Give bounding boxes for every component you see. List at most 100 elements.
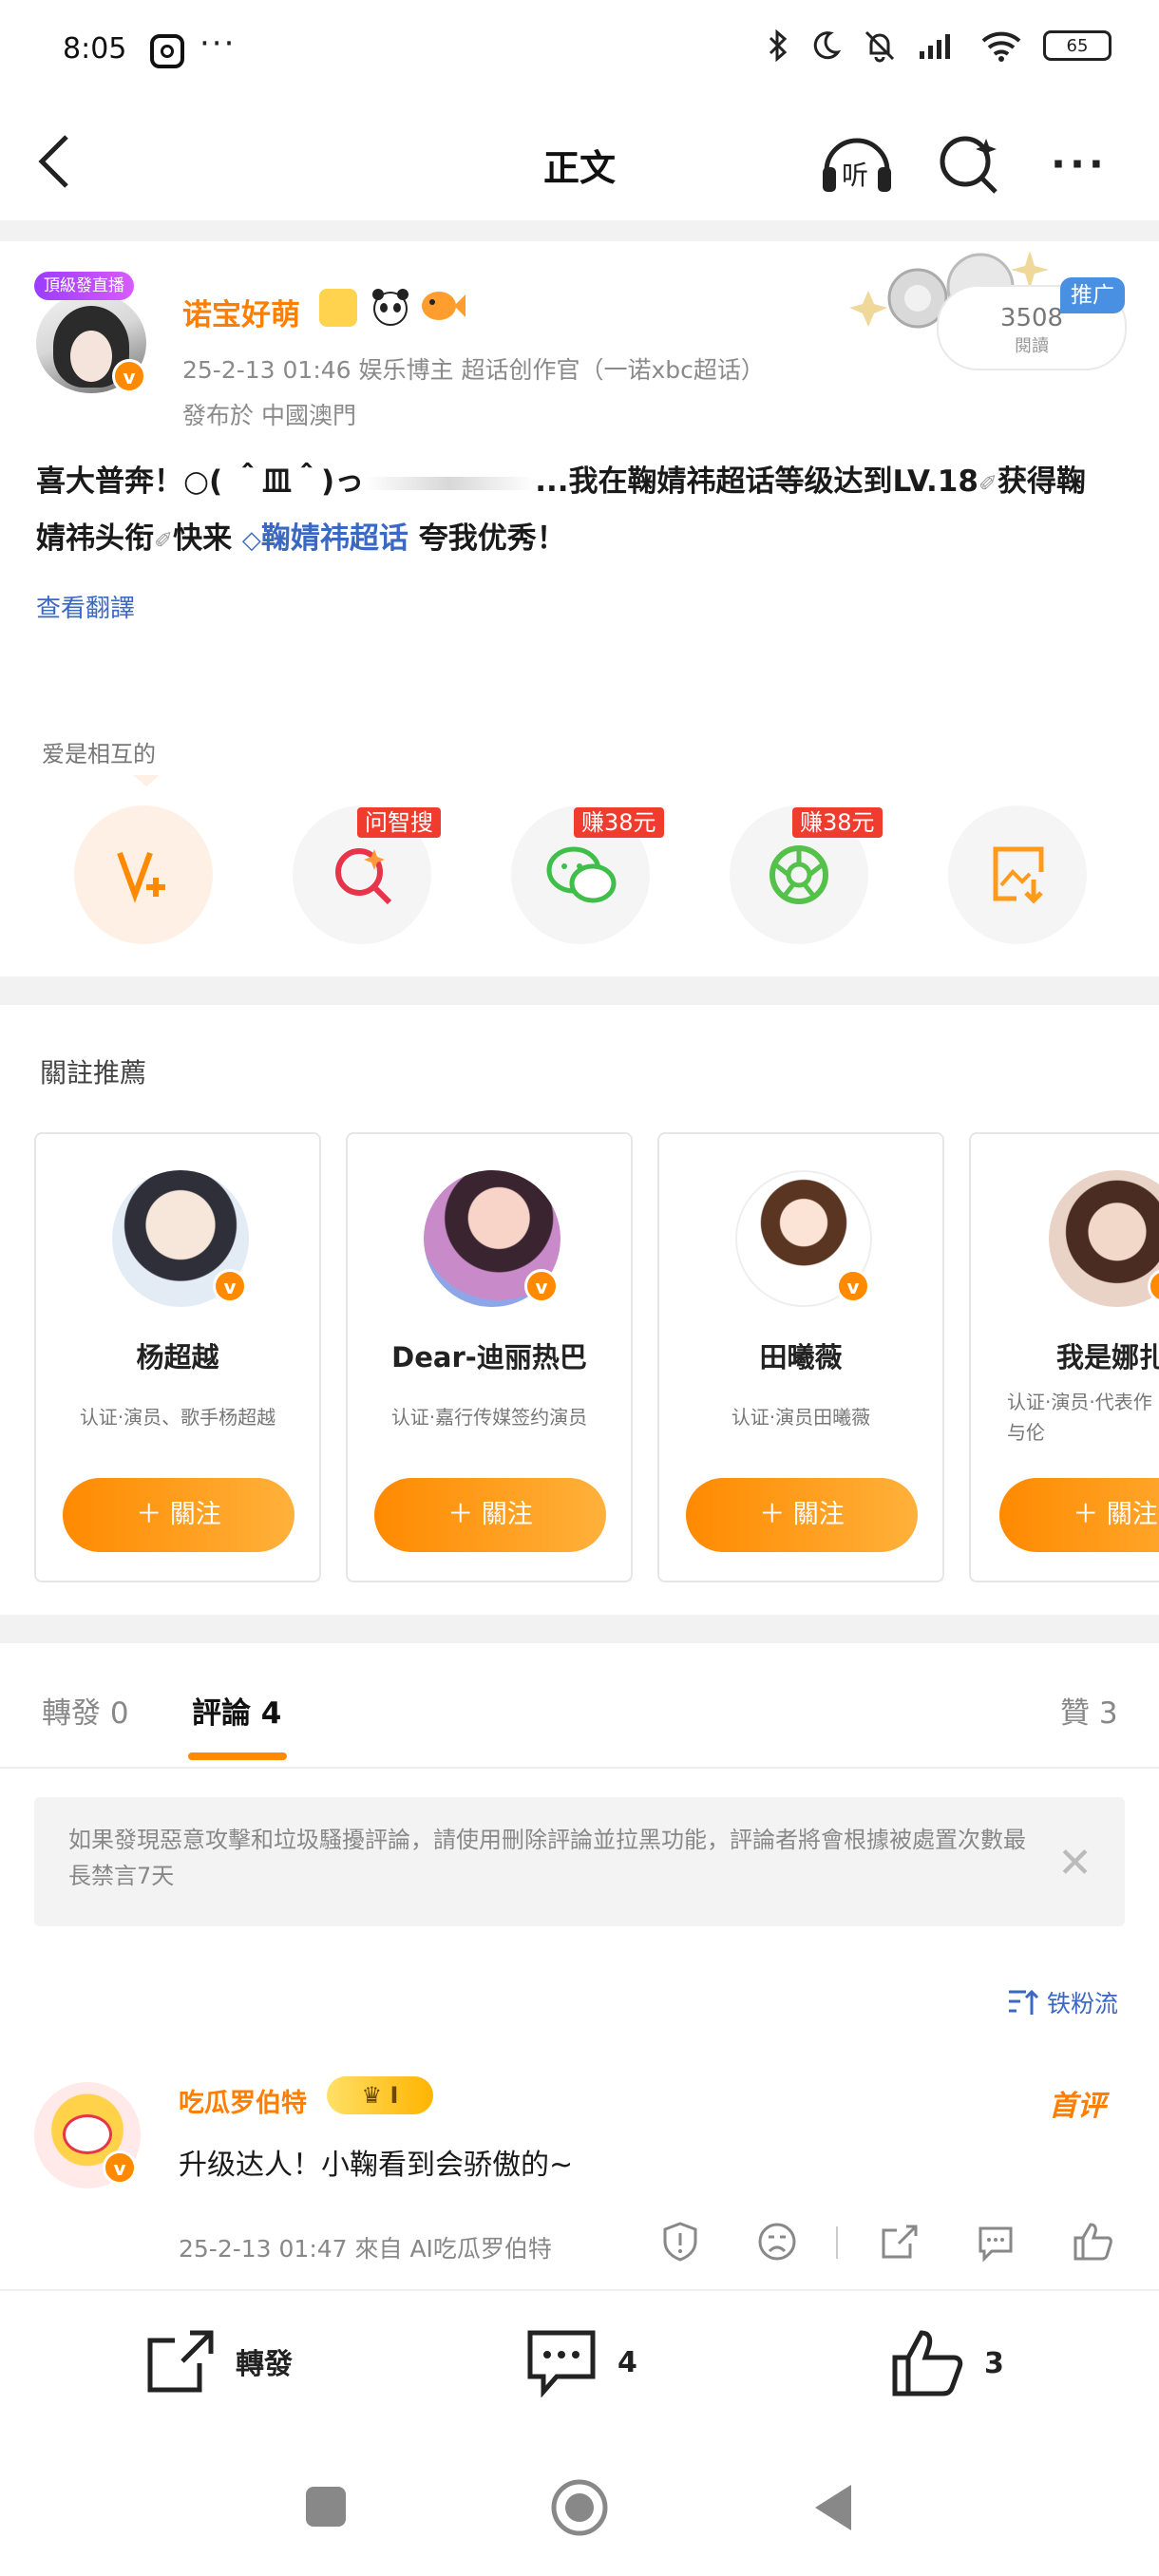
recommend-desc: 认证·嘉行传媒签约演员 [390, 1406, 588, 1429]
author-name[interactable]: 诺宝好萌 [182, 291, 300, 333]
more-options-icon[interactable]: ··· [1051, 141, 1108, 187]
content-part: 夸我优秀！ [418, 521, 566, 556]
translate-link[interactable]: 查看翻譯 [36, 589, 135, 624]
wechat-badge: 赚38元 [574, 807, 664, 838]
fan-rank: I [390, 2082, 399, 2109]
battery-icon: 65 [1043, 30, 1112, 61]
fan-rank-badge: ♛ I [327, 2076, 433, 2114]
divider [0, 1767, 1159, 1769]
panda-icon [372, 289, 408, 326]
tab-likes[interactable]: 贊 3 [1060, 1689, 1118, 1732]
recommend-card[interactable]: v 田曦薇 认证·演员田曦薇 ＋ 關注 [657, 1132, 944, 1582]
recommend-name: 田曦薇 [759, 1341, 843, 1373]
follow-button[interactable]: ＋ 關注 [374, 1478, 606, 1552]
recommend-desc: 认证·演员·代表作《茗茶骨》《无与伦 [1007, 1391, 1159, 1444]
status-time: 8:05 [63, 32, 127, 66]
interaction-label: 爱是相互的 [42, 741, 156, 767]
active-tab-indicator [188, 1752, 287, 1760]
repost-label: 轉發 [236, 2348, 293, 2381]
blurred-text [364, 476, 536, 490]
moon-icon [813, 31, 842, 60]
like-button[interactable]: 3 [889, 2327, 1004, 2399]
comment-text: 升级达人！小鞠看到会骄傲的~ [179, 2149, 574, 2182]
report-icon[interactable] [659, 2221, 701, 2263]
super-fan-button[interactable] [74, 805, 213, 944]
thumbs-up-icon [892, 2330, 963, 2396]
super-fan-icon [117, 851, 165, 903]
post-content: 喜大普奔！○( ＾皿＾)っ ...我在鞠婧祎超话等级达到LV.18✐获得鞠 婧祎头… [36, 454, 1129, 568]
recommend-desc: 认证·演员、歌手杨超越 [79, 1406, 276, 1429]
link-icon: ✐ [978, 470, 998, 497]
post-meta: 25-2-13 01:46 娱乐博主 超话创作官（一诺xbc超话） [182, 356, 765, 384]
instagram-icon [150, 34, 184, 68]
comment-count: 4 [618, 2345, 637, 2379]
follow-button[interactable]: ＋ 關注 [999, 1478, 1159, 1552]
dislike-face-icon[interactable] [756, 2221, 798, 2263]
follow-button[interactable]: ＋ 關注 [686, 1478, 918, 1552]
comment-author[interactable]: 吃瓜罗伯特 [179, 2082, 307, 2119]
recommend-desc: 认证·演员田曦薇 [731, 1406, 871, 1429]
save-image-icon [993, 846, 1044, 904]
back-nav-button[interactable] [809, 2481, 855, 2534]
crown-level-icon [319, 289, 357, 327]
recommend-name: 我是娜扎 [1056, 1341, 1159, 1373]
verified-badge: v [103, 2150, 137, 2185]
signal-icon [920, 34, 950, 59]
recommend-name: Dear-迪丽热巴 [391, 1341, 587, 1373]
comment-button[interactable]: 4 [524, 2327, 637, 2397]
wechat-icon [546, 846, 617, 903]
tab-reposts[interactable]: 轉發 0 [42, 1689, 129, 1732]
close-icon[interactable]: ✕ [1057, 1839, 1092, 1887]
like-icon[interactable] [1072, 2221, 1113, 2263]
follow-label: 關注 [792, 1500, 845, 1529]
follow-button[interactable]: ＋ 關注 [63, 1478, 294, 1552]
diamond-icon: ◇ [241, 526, 261, 555]
share-icon[interactable] [878, 2221, 920, 2263]
recent-apps-button[interactable] [306, 2487, 346, 2527]
moments-icon [770, 845, 828, 904]
battery-level: 65 [1066, 35, 1089, 56]
comment-icon [527, 2330, 596, 2397]
link-icon: ✐ [154, 527, 174, 554]
more-notifications-icon: ··· [200, 25, 237, 63]
first-comment-tag: 首评 [1049, 2090, 1106, 2123]
divider [836, 2226, 838, 2259]
save-image-button[interactable] [948, 805, 1087, 944]
recommend-card[interactable]: v 我是娜扎 认证·演员·代表作《茗茶骨》《无与伦 ＋ 關注 [969, 1132, 1159, 1582]
sort-toggle[interactable]: 铁粉流 [1007, 1985, 1118, 2019]
moments-badge: 赚38元 [792, 807, 883, 838]
live-badge: 頂級發直播 [34, 272, 134, 300]
verified-badge: v [112, 359, 146, 393]
comment-notice: 如果發現惡意攻擊和垃圾騷擾評論，請使用刪除評論並拉黑功能，評論者將會根據被處置次… [34, 1797, 1125, 1926]
post-location: 發布於 中國澳門 [182, 402, 356, 429]
sort-icon [1009, 1989, 1039, 2015]
divider [0, 976, 1159, 1005]
repost-button[interactable]: 轉發 [144, 2327, 293, 2396]
divider [0, 220, 1159, 241]
content-part: 快来 [173, 521, 233, 556]
tab-comments[interactable]: 評論 4 [192, 1689, 281, 1732]
bluetooth-icon [769, 29, 788, 62]
notice-text: 如果發現惡意攻擊和垃圾騷擾評論，請使用刪除評論並拉黑功能，評論者將會根據被處置次… [68, 1827, 1026, 1889]
search-icon [335, 848, 392, 905]
like-count: 3 [984, 2346, 1004, 2380]
recommend-title: 關註推薦 [40, 1057, 147, 1089]
recommend-avatar[interactable] [1049, 1170, 1159, 1307]
verified-badge: v [213, 1269, 247, 1303]
sort-label: 铁粉流 [1047, 1990, 1119, 2017]
listen-headphones-icon[interactable]: 听 [817, 129, 897, 198]
recommend-card[interactable]: v 杨超越 认证·演员、歌手杨超越 ＋ 關注 [34, 1132, 321, 1582]
content-part: ...我在鞠婧祎超话等级达到LV.18 [535, 464, 978, 499]
zhisou-badge: 问智搜 [357, 807, 441, 838]
home-button[interactable] [549, 2477, 610, 2538]
ai-search-icon[interactable] [937, 131, 1003, 198]
topic-link[interactable]: ◇鞠婧祎超话 [242, 521, 408, 556]
reply-icon[interactable] [975, 2221, 1016, 2263]
repost-icon [147, 2330, 214, 2393]
content-part: 喜大普奔！○( ＾皿＾)っ [36, 464, 365, 499]
svg-text:听: 听 [842, 160, 868, 191]
fish-icon [422, 292, 466, 320]
topic-link-label: 鞠婧祎超话 [260, 521, 408, 556]
recommend-card[interactable]: v Dear-迪丽热巴 认证·嘉行传媒签约演员 ＋ 關注 [346, 1132, 633, 1582]
follow-label: 關注 [481, 1500, 533, 1529]
